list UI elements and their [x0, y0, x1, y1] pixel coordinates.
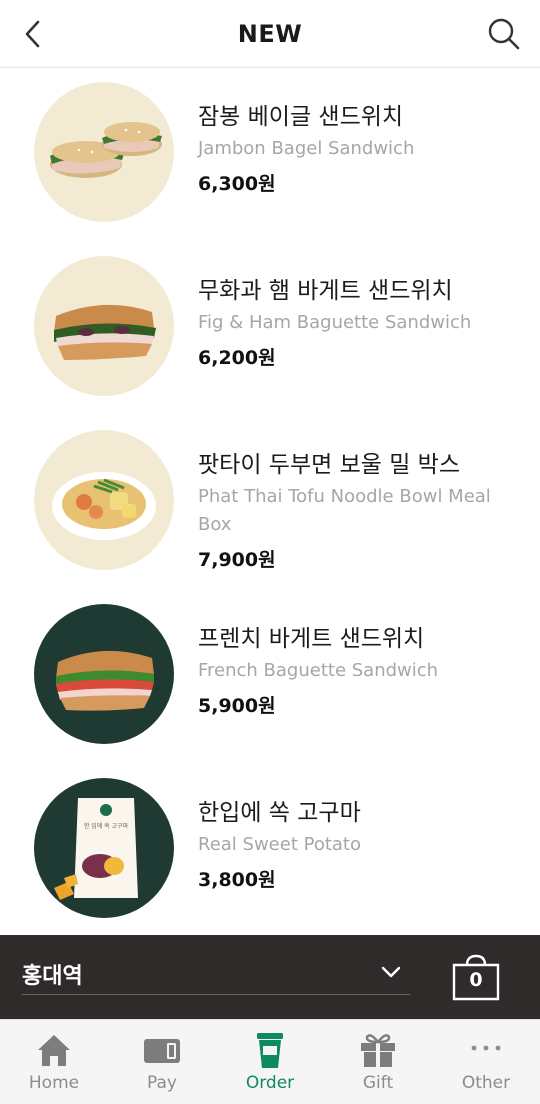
product-name-en: Jambon Bagel Sandwich: [198, 138, 415, 159]
product-price: 6,200원: [198, 347, 276, 369]
product-name-ko: 잠봉 베이글 샌드위치: [198, 104, 404, 130]
nav-order[interactable]: Order: [216, 1020, 324, 1104]
product-name-en: French Baguette Sandwich: [198, 660, 439, 681]
product-list: 잠봉 베이글 샌드위치 Jambon Bagel Sandwich 6,300원…: [0, 69, 540, 935]
store-name[interactable]: 홍대역: [22, 958, 83, 990]
bottom-navigation: Home Pay Order Gift Other: [0, 1019, 540, 1104]
bagel-sandwich-image: [34, 82, 174, 222]
noodle-bowl-image: [34, 430, 174, 570]
product-info: 잠봉 베이글 샌드위치 Jambon Bagel Sandwich 6,300원: [198, 102, 498, 197]
product-name-ko: 한입에 쏙 고구마: [198, 800, 361, 826]
product-item-fig-ham-baguette[interactable]: 무화과 햄 바게트 샌드위치 Fig & Ham Baguette Sandwi…: [0, 256, 540, 406]
product-item-french-baguette[interactable]: 프렌치 바게트 샌드위치 French Baguette Sandwich 5,…: [0, 604, 540, 754]
search-button[interactable]: [482, 12, 526, 56]
product-name-ko: 프렌치 바게트 샌드위치: [198, 626, 425, 652]
product-price: 6,300원: [198, 173, 276, 195]
product-name-en: Phat Thai Tofu Noodle Bowl Meal Box: [198, 486, 491, 535]
nav-other-label: Other: [461, 1073, 511, 1093]
page-title: NEW: [237, 20, 303, 48]
product-name-en: Fig & Ham Baguette Sandwich: [198, 312, 472, 333]
pouch-label: 한 입에 쏙 고구마: [84, 822, 129, 830]
product-price: 5,900원: [198, 695, 276, 717]
store-select-button[interactable]: [376, 957, 406, 987]
nav-other[interactable]: Other: [432, 1020, 540, 1104]
product-info: 무화과 햄 바게트 샌드위치 Fig & Ham Baguette Sandwi…: [198, 276, 498, 371]
cart-count: 0: [469, 969, 483, 991]
nav-order-label: Order: [245, 1073, 295, 1093]
product-info: 프렌치 바게트 샌드위치 French Baguette Sandwich 5,…: [198, 624, 498, 719]
product-item-sweet-potato[interactable]: 한 입에 쏙 고구마 한입에 쏙 고구마 Real Sweet Potato 3…: [0, 778, 540, 928]
cup-icon: [257, 1033, 283, 1068]
french-baguette-image: [34, 604, 174, 744]
product-price: 3,800원: [198, 869, 276, 891]
nav-home-label: Home: [28, 1073, 80, 1093]
product-item-jambon-bagel[interactable]: 잠봉 베이글 샌드위치 Jambon Bagel Sandwich 6,300원: [0, 82, 540, 232]
product-name-ko: 무화과 햄 바게트 샌드위치: [198, 278, 453, 304]
top-app-bar: NEW: [0, 0, 540, 68]
product-info: 팟타이 두부면 보울 밀 박스 Phat Thai Tofu Noodle Bo…: [198, 450, 498, 573]
nav-gift[interactable]: Gift: [324, 1020, 432, 1104]
product-info: 한입에 쏙 고구마 Real Sweet Potato 3,800원: [198, 798, 498, 893]
nav-pay[interactable]: Pay: [108, 1020, 216, 1104]
gift-icon: [361, 1034, 395, 1067]
nav-gift-label: Gift: [362, 1073, 394, 1093]
cart-button[interactable]: 0: [450, 953, 502, 1003]
product-name-en: Real Sweet Potato: [198, 834, 361, 855]
nav-pay-label: Pay: [147, 1073, 177, 1093]
product-item-phat-thai[interactable]: 팟타이 두부면 보울 밀 박스 Phat Thai Tofu Noodle Bo…: [0, 430, 540, 610]
chevron-down-icon: [381, 966, 401, 978]
store-bar: 홍대역 0: [0, 935, 540, 1019]
product-name-ko: 팟타이 두부면 보울 밀 박스: [198, 452, 461, 478]
nav-home[interactable]: Home: [0, 1020, 108, 1104]
product-price: 7,900원: [198, 549, 276, 571]
search-icon: [488, 18, 520, 50]
sweet-potato-pouch-image: 한 입에 쏙 고구마: [34, 778, 174, 918]
card-icon: [144, 1039, 180, 1063]
baguette-sandwich-image: [34, 256, 174, 396]
more-dots-icon: [471, 1045, 501, 1051]
store-underline: [22, 994, 410, 995]
home-icon: [38, 1035, 70, 1066]
